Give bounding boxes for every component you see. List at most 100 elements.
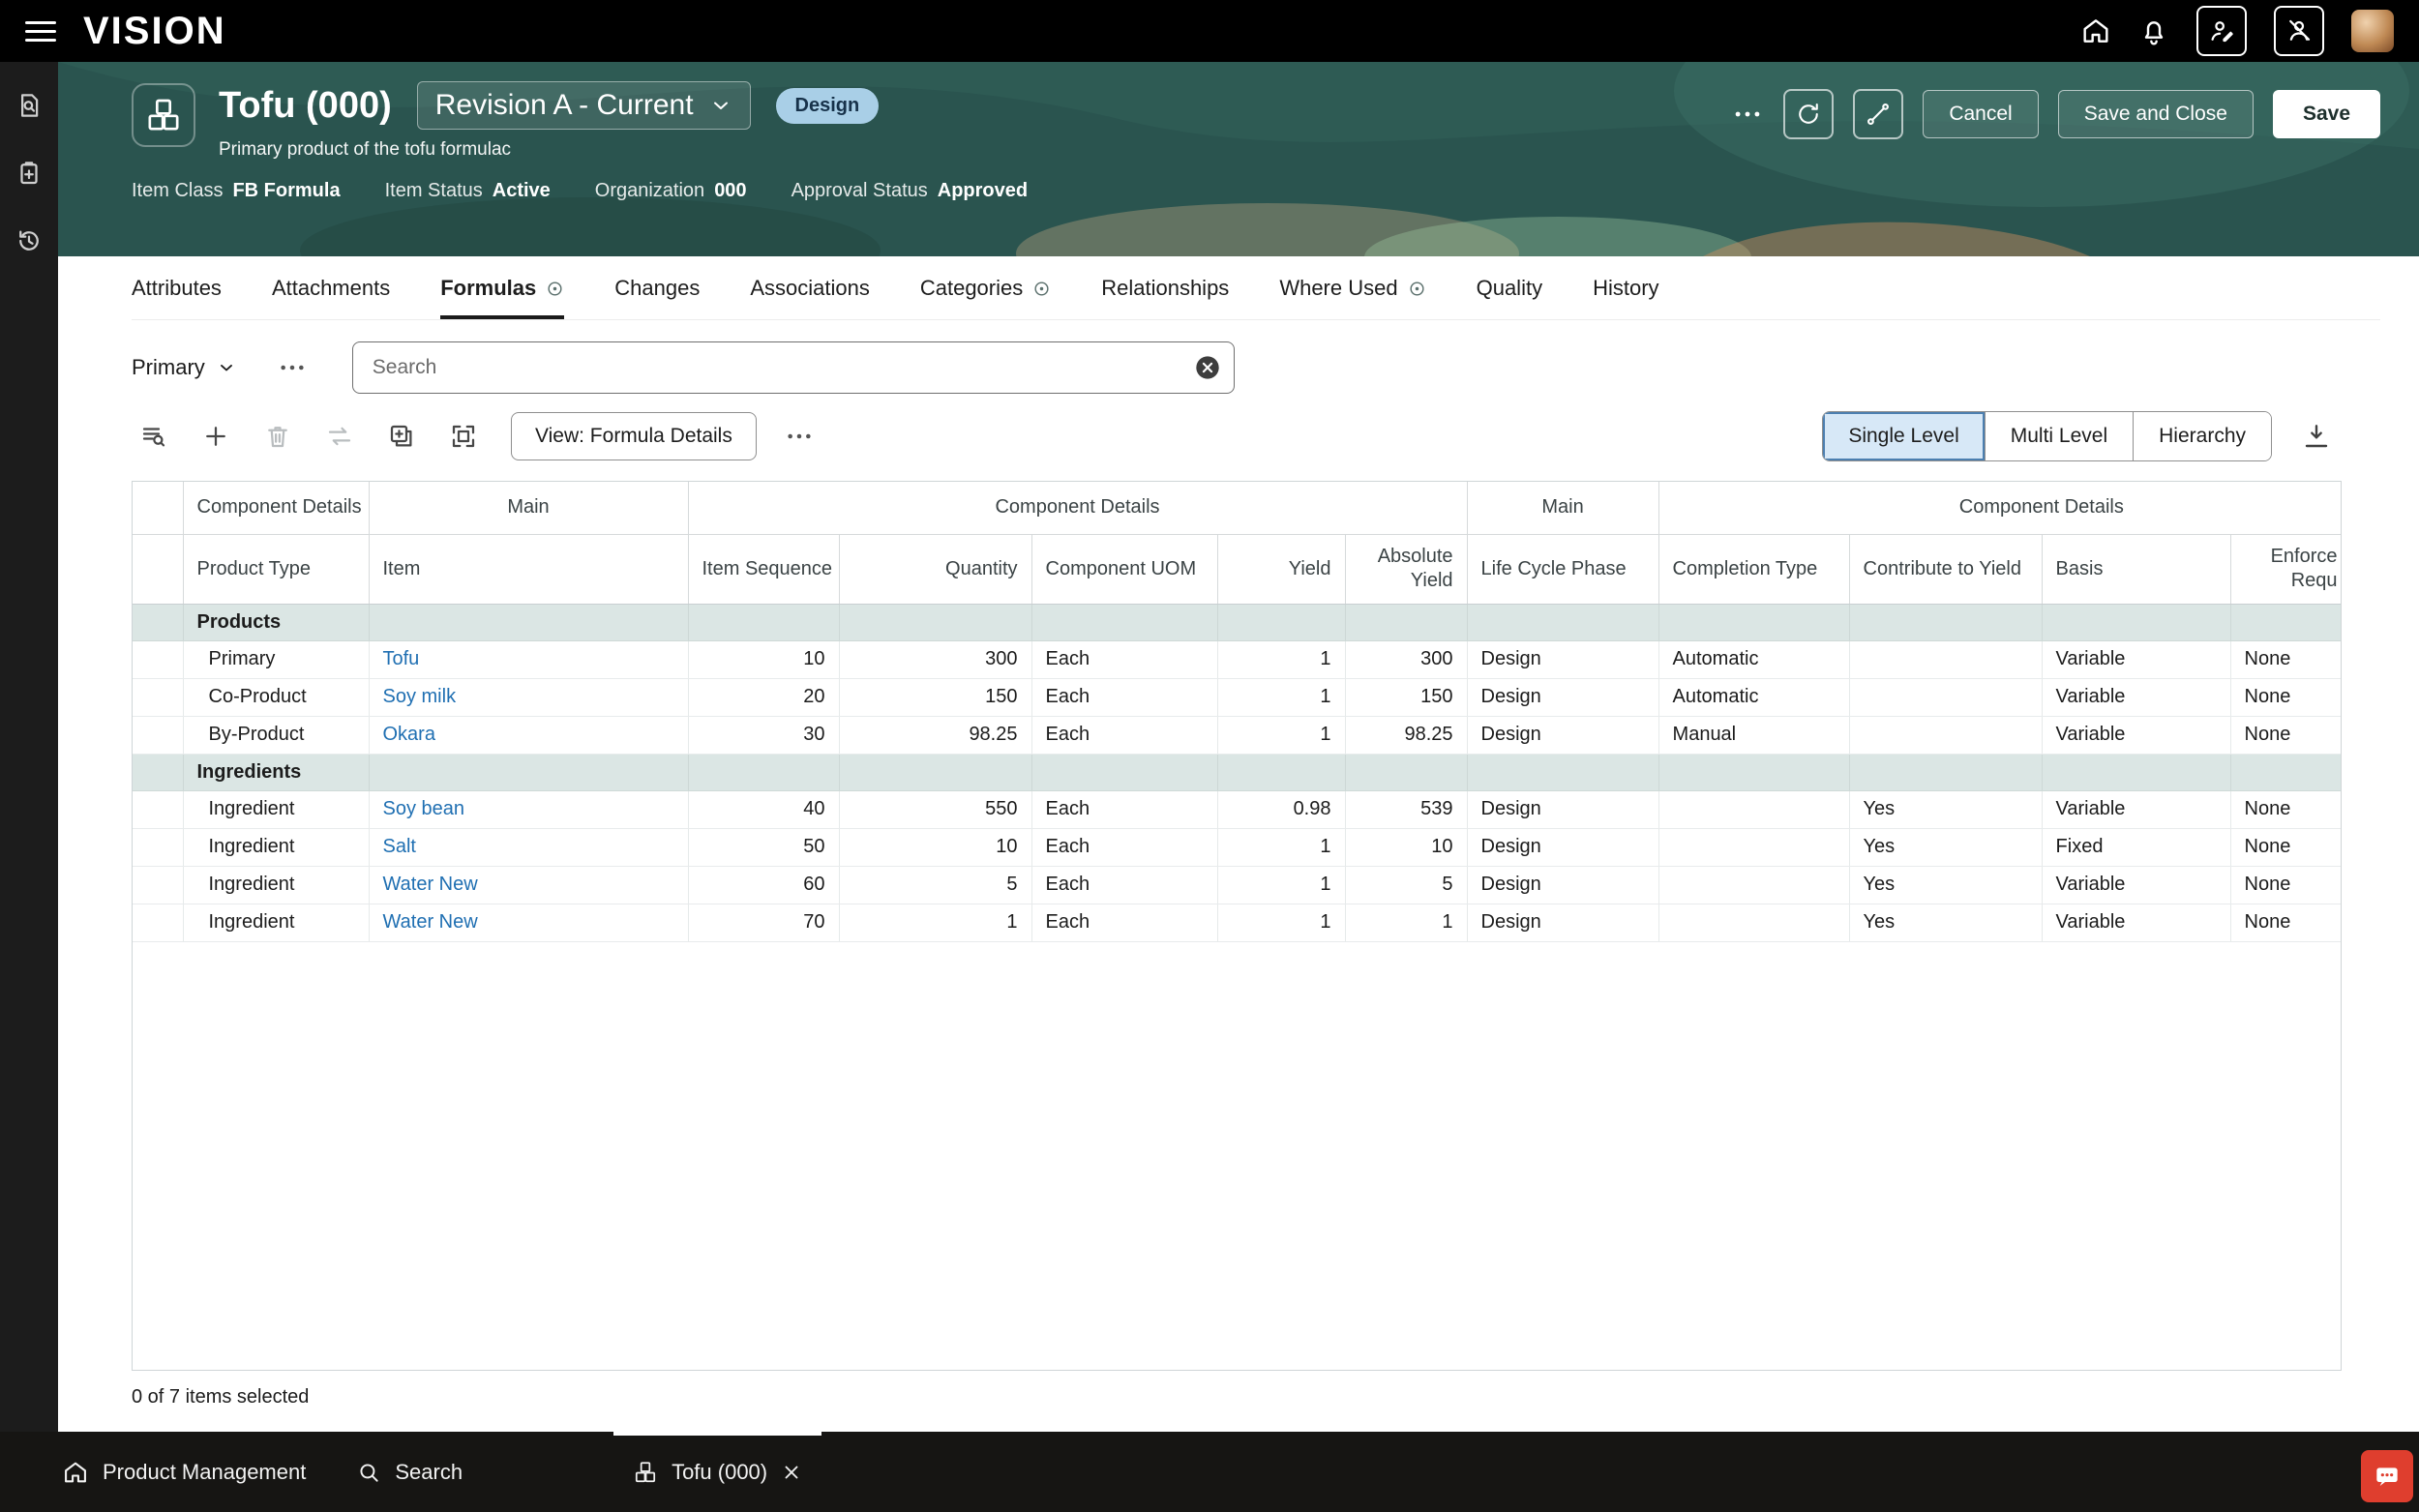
tab-attributes[interactable]: Attributes: [132, 276, 222, 319]
toggle-hierarchy[interactable]: Hierarchy: [2133, 412, 2271, 460]
add-row-icon[interactable]: [194, 414, 238, 459]
row-select-cell[interactable]: [133, 716, 183, 754]
column-group-header: Component Details: [183, 482, 369, 534]
column-header-item-sequence[interactable]: Item Sequence: [688, 534, 839, 604]
tab-label: Categories: [920, 276, 1023, 301]
table-row[interactable]: IngredientSalt5010Each110DesignYesFixedN…: [133, 828, 2342, 866]
column-header-enforce-requ[interactable]: Enforce Requ: [2230, 534, 2342, 604]
group-row-products[interactable]: Products: [133, 604, 2342, 640]
tab-relationships[interactable]: Relationships: [1101, 276, 1229, 319]
cell-completion_type: Automatic: [1658, 678, 1849, 716]
taskbar-active-tab[interactable]: Tofu (000): [613, 1432, 821, 1512]
document-search-icon[interactable]: [15, 91, 44, 120]
item-link[interactable]: Tofu: [383, 648, 420, 669]
formula-components-table: Component DetailsMainComponent DetailsMa…: [132, 481, 2342, 1371]
meta-label: Item Class: [132, 180, 223, 201]
cell-contribute: [1849, 640, 2042, 678]
close-icon[interactable]: [781, 1462, 802, 1483]
column-header-quantity[interactable]: Quantity: [839, 534, 1031, 604]
toolbar-overflow-menu-icon[interactable]: [784, 421, 815, 452]
row-select-cell[interactable]: [133, 790, 183, 828]
primary-filter-dropdown[interactable]: Primary: [132, 355, 236, 380]
cell-life_cycle_phase: Design: [1467, 790, 1658, 828]
item-link[interactable]: Salt: [383, 836, 416, 857]
search-input[interactable]: [352, 341, 1235, 394]
expand-icon[interactable]: [441, 414, 486, 459]
item-link[interactable]: Water New: [383, 874, 478, 895]
tab-indicator-icon: [1408, 280, 1426, 298]
clipboard-add-icon[interactable]: [15, 159, 44, 188]
hamburger-menu-icon[interactable]: [25, 21, 56, 42]
tab-attachments[interactable]: Attachments: [272, 276, 390, 319]
cell-uom: Each: [1031, 904, 1217, 941]
column-header-completion-type[interactable]: Completion Type: [1658, 534, 1849, 604]
search-clear-icon[interactable]: [1194, 354, 1221, 381]
row-select-cell[interactable]: [133, 678, 183, 716]
tab-where-used[interactable]: Where Used: [1279, 276, 1425, 319]
column-header-item[interactable]: Item: [369, 534, 688, 604]
lineage-flow-button[interactable]: [1853, 89, 1903, 139]
home-icon[interactable]: [2080, 15, 2111, 46]
column-header-contribute-to-yield[interactable]: Contribute to Yield: [1849, 534, 2042, 604]
toggle-single-level[interactable]: Single Level: [1823, 412, 1984, 460]
cell-yield: 1: [1217, 716, 1345, 754]
table-row[interactable]: IngredientWater New605Each15DesignYesVar…: [133, 866, 2342, 904]
column-header-basis[interactable]: Basis: [2042, 534, 2230, 604]
column-header-component-uom[interactable]: Component UOM: [1031, 534, 1217, 604]
column-header-yield[interactable]: Yield: [1217, 534, 1345, 604]
refresh-button[interactable]: [1783, 89, 1834, 139]
notifications-bell-icon[interactable]: [2138, 15, 2169, 46]
item-link[interactable]: Okara: [383, 724, 435, 745]
row-select-cell[interactable]: [133, 866, 183, 904]
cell-uom: Each: [1031, 640, 1217, 678]
tab-formulas[interactable]: Formulas: [440, 276, 564, 319]
cell-item: Water New: [369, 904, 688, 941]
filter-overflow-menu-icon[interactable]: [277, 352, 308, 383]
taskbar-product-management[interactable]: Product Management: [62, 1459, 306, 1486]
assistant-button[interactable]: [2361, 1450, 2413, 1502]
tab-categories[interactable]: Categories: [920, 276, 1051, 319]
view-formula-details-button[interactable]: View: Formula Details: [511, 412, 757, 460]
tab-associations[interactable]: Associations: [750, 276, 870, 319]
table-row[interactable]: Co-ProductSoy milk20150Each1150DesignAut…: [133, 678, 2342, 716]
user-edit-button[interactable]: [2196, 6, 2247, 56]
history-icon[interactable]: [15, 226, 44, 255]
table-row[interactable]: IngredientSoy bean40550Each0.98539Design…: [133, 790, 2342, 828]
cell-yield: 1: [1217, 828, 1345, 866]
column-header-absolute-yield[interactable]: Absolute Yield: [1345, 534, 1467, 604]
cell-uom: Each: [1031, 716, 1217, 754]
cancel-button[interactable]: Cancel: [1923, 90, 2038, 138]
column-header-product-type[interactable]: Product Type: [183, 534, 369, 604]
filter-row: Primary: [132, 341, 2380, 394]
download-icon[interactable]: [2301, 421, 2332, 452]
meta-label: Organization: [595, 180, 704, 201]
row-select-cell[interactable]: [133, 828, 183, 866]
user-slash-button[interactable]: [2274, 6, 2324, 56]
item-link[interactable]: Soy milk: [383, 686, 457, 707]
table-row[interactable]: IngredientWater New701Each11DesignYesVar…: [133, 904, 2342, 941]
tab-history[interactable]: History: [1593, 276, 1658, 319]
tab-quality[interactable]: Quality: [1477, 276, 1542, 319]
save-button[interactable]: Save: [2273, 90, 2380, 138]
taskbar-search[interactable]: Search: [356, 1460, 463, 1485]
item-link[interactable]: Soy bean: [383, 798, 465, 819]
table-row[interactable]: PrimaryTofu10300Each1300DesignAutomaticV…: [133, 640, 2342, 678]
cell-absolute_yield: 10: [1345, 828, 1467, 866]
row-select-cell[interactable]: [133, 640, 183, 678]
row-select-cell[interactable]: [133, 904, 183, 941]
duplicate-icon[interactable]: [379, 414, 424, 459]
revision-dropdown[interactable]: Revision A - Current: [417, 81, 751, 130]
user-avatar[interactable]: [2351, 10, 2394, 52]
toggle-multi-level[interactable]: Multi Level: [1985, 412, 2133, 460]
column-header-life-cycle-phase[interactable]: Life Cycle Phase: [1467, 534, 1658, 604]
cell-absolute_yield: 300: [1345, 640, 1467, 678]
save-and-close-button[interactable]: Save and Close: [2058, 90, 2254, 138]
group-row-ingredients[interactable]: Ingredients: [133, 754, 2342, 790]
cell-product_type: Ingredient: [183, 790, 369, 828]
item-link[interactable]: Water New: [383, 911, 478, 933]
query-by-example-icon[interactable]: [132, 414, 176, 459]
table-row[interactable]: By-ProductOkara3098.25Each198.25DesignMa…: [133, 716, 2342, 754]
tab-changes[interactable]: Changes: [614, 276, 700, 319]
cell-product_type: Primary: [183, 640, 369, 678]
header-overflow-menu-icon[interactable]: [1731, 98, 1764, 131]
